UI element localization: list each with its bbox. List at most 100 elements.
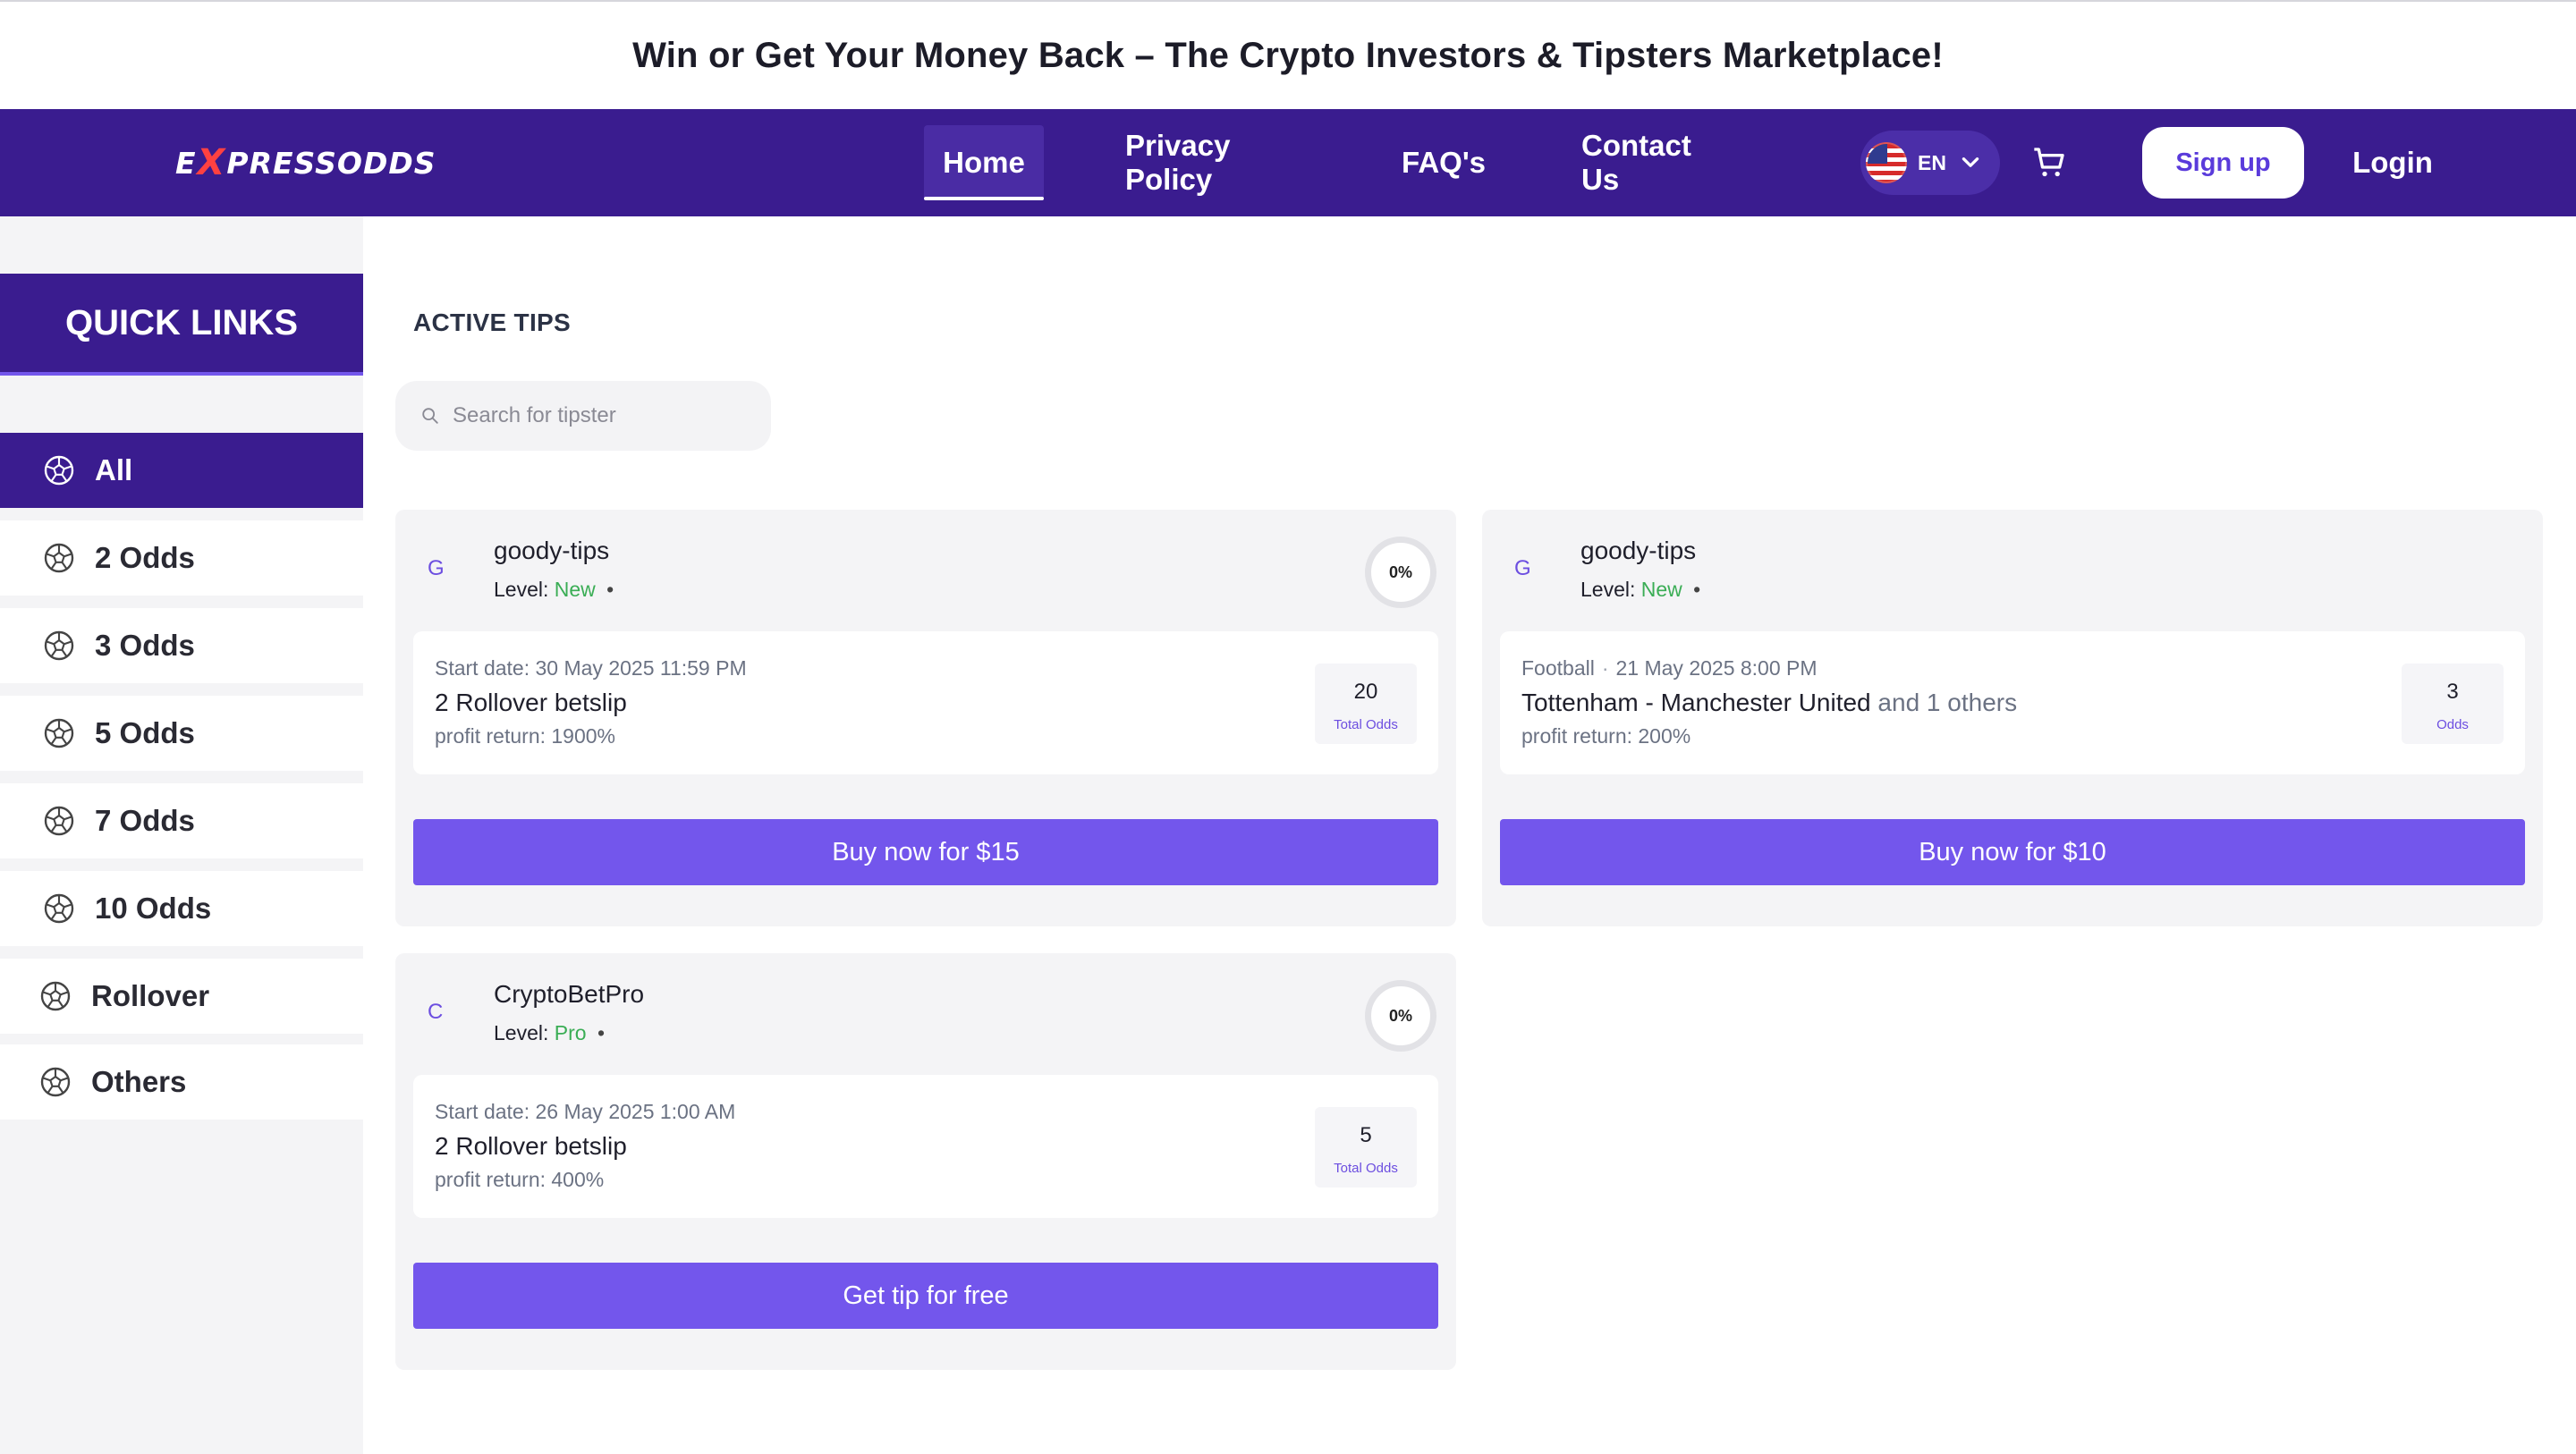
- nav-faqs[interactable]: FAQ's: [1402, 125, 1486, 200]
- win-rate-ring: 0%: [1365, 537, 1436, 608]
- odds-box: 3 Odds: [2402, 664, 2504, 744]
- tip-match: Tottenham - Manchester United and 1 othe…: [1521, 689, 2017, 717]
- odds-label: Total Odds: [1334, 717, 1398, 732]
- odds-label: Odds: [2436, 717, 2469, 732]
- win-rate-value: 0%: [1388, 1006, 1412, 1025]
- tip-details: Football · 21 May 2025 8:00 PM Tottenham -…: [1500, 631, 2525, 774]
- tipster-name[interactable]: CryptoBetPro: [494, 980, 644, 1009]
- sidebar-item-label: Rollover: [91, 979, 210, 1012]
- win-rate-ring: 0%: [1365, 980, 1436, 1052]
- sidebar-item-label: Others: [91, 1065, 187, 1098]
- soccer-ball-icon: [44, 806, 74, 836]
- language-code: EN: [1918, 150, 1946, 174]
- level-dot: •: [1693, 578, 1701, 601]
- tip-card: G goody-tips Level: New • Football · 21 Ma…: [1482, 510, 2543, 926]
- language-selector[interactable]: EN: [1860, 131, 2000, 195]
- quick-links-sidebar: QUICK LINKS All 2 Odds 3 Odds 5 Odds 7 O…: [0, 216, 363, 1454]
- sidebar-item-5-odds[interactable]: 5 Odds: [0, 696, 363, 771]
- level-label: Level:: [494, 578, 549, 601]
- sidebar-item-10-odds[interactable]: 10 Odds: [0, 871, 363, 946]
- buy-tip-button[interactable]: Buy now for $15: [413, 819, 1438, 885]
- sidebar-item-2-odds[interactable]: 2 Odds: [0, 520, 363, 596]
- meta-separator: ·: [1601, 656, 1609, 680]
- sidebar-item-rollover[interactable]: Rollover: [0, 959, 363, 1034]
- tip-others: and 1 others: [1877, 689, 2018, 716]
- tip-details: Start date: 26 May 2025 1:00 AM 2 Rollov…: [413, 1075, 1438, 1218]
- sidebar-item-label: 2 Odds: [95, 541, 195, 574]
- sidebar-item-label: All: [95, 453, 133, 486]
- chevron-down-icon: [1962, 157, 1979, 167]
- login-button[interactable]: Login: [2343, 127, 2442, 199]
- announcement-bar: Win or Get Your Money Back – The Crypto …: [0, 0, 2576, 109]
- buy-tip-button[interactable]: Buy now for $10: [1500, 819, 2525, 885]
- soccer-ball-icon: [44, 718, 74, 748]
- soccer-ball-icon: [40, 1067, 71, 1097]
- sidebar-item-label: 7 Odds: [95, 804, 195, 837]
- profit-return: profit return: 1900%: [435, 724, 616, 748]
- avatar: G: [1514, 556, 1531, 580]
- search-icon: [422, 408, 438, 424]
- tipster-level: Level: Pro •: [494, 1021, 605, 1045]
- get-free-tip-button[interactable]: Get tip for free: [413, 1263, 1438, 1329]
- search-input[interactable]: [453, 403, 757, 428]
- level-dot: •: [606, 578, 614, 601]
- level-label: Level:: [1580, 578, 1636, 601]
- soccer-ball-icon: [44, 543, 74, 573]
- profit-return: profit return: 200%: [1521, 724, 1691, 748]
- tip-title: Tottenham - Manchester United: [1521, 689, 1871, 716]
- tipster-level: Level: New •: [1580, 578, 1700, 602]
- cart-icon[interactable]: [2031, 145, 2067, 181]
- sidebar-item-7-odds[interactable]: 7 Odds: [0, 783, 363, 858]
- page-title: ACTIVE TIPS: [413, 309, 571, 336]
- win-rate-value: 0%: [1388, 562, 1412, 581]
- nav-contact-us[interactable]: Contact Us: [1581, 125, 1724, 200]
- odds-value: 3: [2446, 680, 2459, 704]
- announcement-text: Win or Get Your Money Back – The Crypto …: [632, 35, 1944, 75]
- top-navbar: E X PRESSODDS Home Privacy Policy FAQ's Co…: [0, 109, 2576, 216]
- logo-text: PRESSODDS: [226, 145, 436, 181]
- odds-value: 5: [1360, 1123, 1372, 1147]
- soccer-ball-icon: [44, 455, 74, 486]
- sidebar-item-label: 10 Odds: [95, 892, 212, 925]
- avatar: G: [428, 556, 445, 580]
- level-dot: •: [597, 1021, 606, 1044]
- sidebar-item-3-odds[interactable]: 3 Odds: [0, 608, 363, 683]
- expressodds-logo[interactable]: E X PRESSODDS: [175, 142, 436, 183]
- level-value: Pro: [554, 1021, 587, 1044]
- quick-links-title: QUICK LINKS: [0, 274, 363, 376]
- tipster-name[interactable]: goody-tips: [1580, 537, 1696, 565]
- tip-start-date: Start date: 30 May 2025 11:59 PM: [435, 656, 747, 680]
- level-label: Level:: [494, 1021, 549, 1044]
- nav-home[interactable]: Home: [924, 125, 1044, 200]
- tip-title: 2 Rollover betslip: [435, 1132, 627, 1160]
- tip-card: G goody-tips Level: New • 0% Start date:…: [395, 510, 1456, 926]
- tipster-level: Level: New •: [494, 578, 614, 602]
- tipster-name[interactable]: goody-tips: [494, 537, 609, 565]
- tip-sport: Football: [1521, 656, 1595, 680]
- nav-privacy-policy[interactable]: Privacy Policy: [1125, 125, 1306, 200]
- tip-meta: Football · 21 May 2025 8:00 PM: [1521, 656, 1818, 681]
- avatar: C: [428, 1000, 444, 1024]
- logo-letter-x: X: [197, 142, 226, 183]
- odds-value: 20: [1353, 680, 1378, 704]
- sidebar-item-others[interactable]: Others: [0, 1044, 363, 1120]
- tip-title: 2 Rollover betslip: [435, 689, 627, 716]
- soccer-ball-icon: [44, 630, 74, 661]
- soccer-ball-icon: [44, 893, 74, 924]
- sidebar-item-label: 5 Odds: [95, 716, 195, 749]
- tip-details: Start date: 30 May 2025 11:59 PM 2 Rollo…: [413, 631, 1438, 774]
- tipster-search: [395, 381, 771, 451]
- signup-button[interactable]: Sign up: [2142, 127, 2304, 199]
- sidebar-item-label: 3 Odds: [95, 629, 195, 662]
- odds-box: 20 Total Odds: [1315, 664, 1417, 744]
- odds-box: 5 Total Odds: [1315, 1107, 1417, 1188]
- tip-start-date: Start date: 26 May 2025 1:00 AM: [435, 1100, 736, 1123]
- odds-label: Total Odds: [1334, 1161, 1398, 1176]
- profit-return: profit return: 400%: [435, 1168, 605, 1191]
- level-value: New: [1640, 578, 1682, 601]
- us-flag-icon: [1866, 142, 1907, 183]
- sidebar-item-all[interactable]: All: [0, 433, 363, 508]
- soccer-ball-icon: [40, 981, 71, 1011]
- tip-date: 21 May 2025 8:00 PM: [1615, 656, 1818, 680]
- tip-card: C CryptoBetPro Level: Pro • 0% Start dat…: [395, 953, 1456, 1370]
